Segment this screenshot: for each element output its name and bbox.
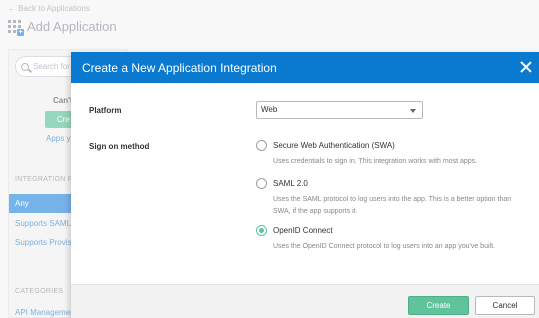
option-saml-label: SAML 2.0 [273, 179, 308, 188]
platform-select[interactable]: Web [256, 101, 423, 119]
radio-swa[interactable] [256, 140, 267, 151]
platform-label: Platform [89, 106, 122, 115]
option-openid-label: OpenID Connect [273, 226, 333, 235]
option-saml-description: Uses the SAML protocol to log users into… [273, 196, 512, 215]
option-swa-label: Secure Web Authentication (SWA) [273, 141, 395, 150]
modal-header: Create a New Application Integration [71, 52, 539, 83]
platform-select-value: Web [261, 105, 278, 114]
cancel-button[interactable]: Cancel [475, 296, 535, 315]
option-swa-description: Uses credentials to sign in. This integr… [273, 158, 478, 165]
radio-openid-connect[interactable] [256, 225, 267, 236]
chevron-down-icon [410, 109, 416, 113]
radio-saml[interactable] [256, 178, 267, 189]
option-openid-description: Uses the OpenID Connect protocol to log … [273, 243, 495, 250]
sign-on-method-label: Sign on method [89, 142, 150, 151]
create-button[interactable]: Create [408, 296, 469, 315]
close-icon[interactable] [520, 61, 532, 73]
modal-footer: Create Cancel [71, 284, 539, 318]
modal-title: Create a New Application Integration [82, 60, 277, 75]
create-app-integration-modal: Create a New Application Integration Pla… [71, 52, 539, 318]
